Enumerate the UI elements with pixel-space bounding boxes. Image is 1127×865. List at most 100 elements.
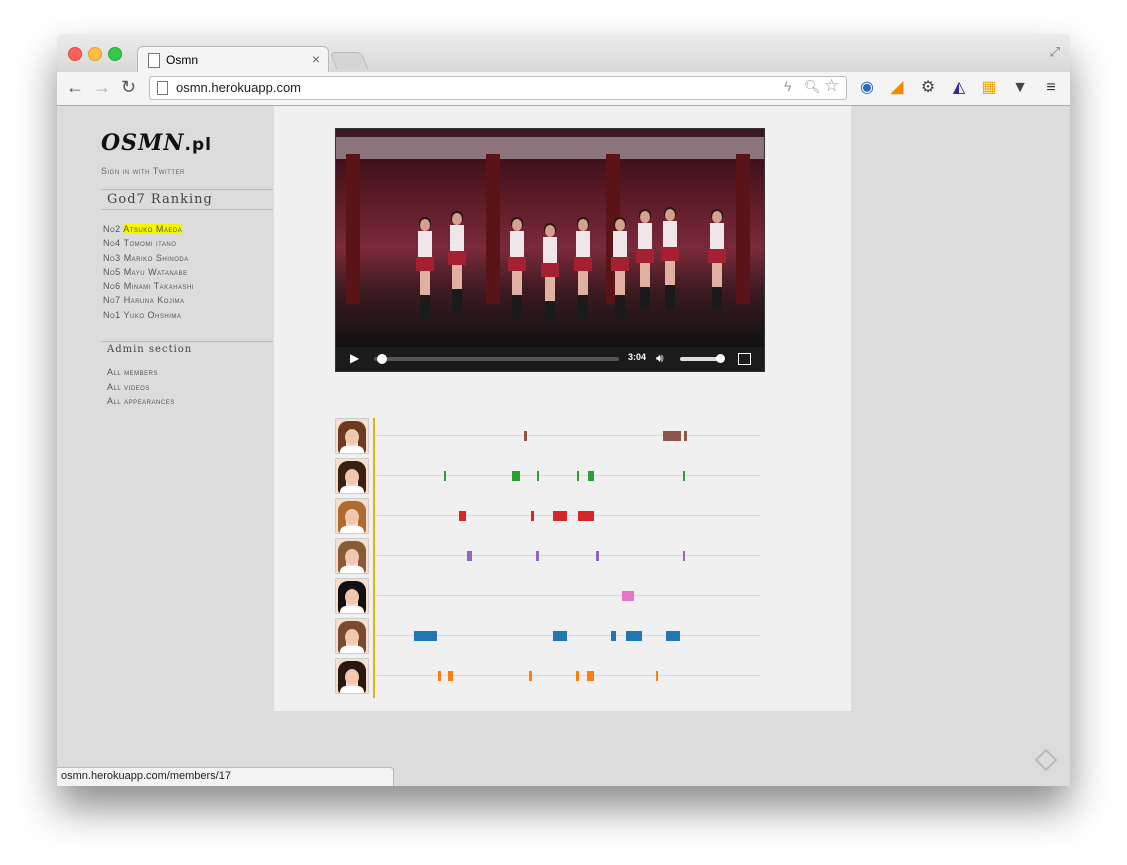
ranking-name: Minami Takahashi (123, 281, 195, 292)
ranking-heading: God7 Ranking (101, 189, 273, 210)
admin-link-members[interactable]: All members (107, 365, 175, 380)
ranking-name: Haruna Kojima (123, 295, 185, 306)
fullscreen-toggle-icon[interactable] (738, 353, 751, 365)
fullscreen-icon[interactable]: ⤢ (1050, 44, 1060, 60)
sign-in-link[interactable]: Sign in with Twitter (101, 166, 185, 176)
appearance-segment[interactable] (448, 671, 454, 681)
play-icon[interactable]: ▶ (350, 351, 359, 365)
appearance-segment[interactable] (656, 671, 659, 681)
appearance-segment[interactable] (524, 431, 528, 441)
status-url: osmn.herokuapp.com/members/17 (61, 770, 231, 782)
volume-icon[interactable]: 🔊︎ (656, 351, 664, 366)
appearance-segment[interactable] (577, 471, 580, 481)
ranking-heading-text: God7 Ranking (107, 192, 213, 207)
appearance-segment[interactable] (683, 551, 686, 561)
timeline-row (335, 578, 765, 614)
globe-extension-icon[interactable]: ◉ (857, 78, 877, 98)
appearance-segment[interactable] (536, 471, 540, 481)
appearance-segment[interactable] (662, 431, 681, 441)
reload-icon[interactable]: ↻ (121, 77, 136, 98)
appearance-segment[interactable] (665, 631, 680, 641)
appearance-segment[interactable] (553, 511, 568, 521)
tab-title: Osmn (166, 53, 199, 67)
tag-icon (1034, 748, 1058, 772)
member-avatar[interactable] (335, 538, 369, 574)
appearance-segment[interactable] (458, 511, 467, 521)
admin-link-appearances[interactable]: All appearances (107, 394, 175, 409)
admin-links: All members All videos All appearances (107, 365, 175, 409)
video-player[interactable]: ▶ 3:04 🔊︎ (335, 128, 765, 372)
zoom-magnifier-icon[interactable]: 🔍︎ (804, 79, 821, 95)
appearance-segment[interactable] (595, 551, 599, 561)
appearance-segment[interactable] (683, 431, 688, 441)
ranking-rank: No6 (103, 281, 121, 292)
member-avatar[interactable] (335, 498, 369, 534)
video-time: 3:04 (628, 352, 647, 362)
rss-extension-icon[interactable]: ◢ (887, 78, 907, 98)
ranking-item[interactable]: No3 Mariko Shinoda (103, 251, 194, 265)
bookmark-star-icon[interactable]: ☆ (824, 76, 839, 96)
timeline-row (335, 498, 765, 534)
appearance-segment[interactable] (529, 671, 533, 681)
menu-icon[interactable]: ≡ (1041, 78, 1061, 98)
member-avatar[interactable] (335, 618, 369, 654)
appearance-segment[interactable] (536, 551, 540, 561)
ranking-item[interactable]: No4 Tomomi itano (103, 236, 194, 250)
seek-bar[interactable] (374, 357, 619, 361)
timeline-track (375, 675, 760, 676)
close-window-button[interactable] (68, 47, 82, 61)
forward-icon[interactable]: → (93, 77, 111, 98)
pocket-icon[interactable]: ▼ (1010, 78, 1030, 98)
appearance-segment[interactable] (413, 631, 438, 641)
timeline-row (335, 418, 765, 454)
appearance-segment[interactable] (466, 551, 472, 561)
ranking-item[interactable]: No2 Atsuko Maeda (103, 222, 194, 236)
ranking-item[interactable]: No7 Haruna Kojima (103, 293, 194, 307)
video-frame (336, 129, 764, 347)
member-avatar[interactable] (335, 658, 369, 694)
address-bar[interactable]: osmn.herokuapp.com ϟ 🔍︎ ☆ (149, 76, 847, 100)
tiles-extension-icon[interactable]: ▦ (979, 78, 999, 98)
appearance-segment[interactable] (511, 471, 520, 481)
appearance-segment[interactable] (622, 591, 635, 601)
zoom-window-button[interactable] (108, 47, 122, 61)
member-avatar[interactable] (335, 578, 369, 614)
appearance-segment[interactable] (586, 671, 594, 681)
ranking-rank: No2 (103, 224, 121, 234)
ranking-rank: No3 (103, 252, 121, 263)
ranking-item[interactable]: No5 Mayu Watanabe (103, 265, 194, 279)
logo-text: OSMN (101, 130, 185, 156)
gear-icon[interactable]: ⚙ (918, 78, 938, 98)
admin-link-videos[interactable]: All videos (107, 380, 175, 395)
appearance-segment[interactable] (577, 511, 594, 521)
admin-heading-text: Admin section (107, 344, 193, 355)
volume-handle[interactable] (715, 354, 725, 363)
new-tab-button[interactable] (329, 52, 369, 69)
appearance-segment[interactable] (683, 471, 685, 481)
appearance-segment[interactable] (587, 471, 595, 481)
member-avatar[interactable] (335, 418, 369, 454)
appearance-segment[interactable] (611, 631, 616, 641)
tab-close-icon[interactable]: × (312, 51, 320, 67)
seek-handle[interactable] (376, 354, 387, 364)
video-controls: ▶ 3:04 🔊︎ (336, 347, 764, 371)
timeline-track (375, 475, 760, 476)
appearance-segment[interactable] (530, 511, 534, 521)
tab-osmn[interactable]: Osmn × (137, 46, 329, 74)
appearance-segment[interactable] (443, 471, 446, 481)
sidebar: OSMN.pl Sign in with Twitter God7 Rankin… (57, 106, 274, 786)
appearance-segment[interactable] (626, 631, 643, 641)
ranking-list: No2 Atsuko Maeda No4 Tomomi itano No3 Ma… (103, 222, 194, 322)
appearance-segment[interactable] (575, 671, 580, 681)
appearance-segment[interactable] (553, 631, 568, 641)
timeline-track (375, 515, 760, 516)
minimize-window-button[interactable] (88, 47, 102, 61)
ranking-item[interactable]: No1 Yuko Ohshima (103, 308, 194, 322)
extension-icon[interactable]: ◭ (949, 78, 969, 98)
appearance-segment[interactable] (437, 671, 441, 681)
ranking-item[interactable]: No6 Minami Takahashi (103, 279, 194, 293)
site-logo[interactable]: OSMN.pl (101, 130, 212, 156)
member-avatar[interactable] (335, 458, 369, 494)
ranking-name: Yuko Ohshima (123, 309, 182, 320)
back-icon[interactable]: ← (66, 77, 84, 98)
